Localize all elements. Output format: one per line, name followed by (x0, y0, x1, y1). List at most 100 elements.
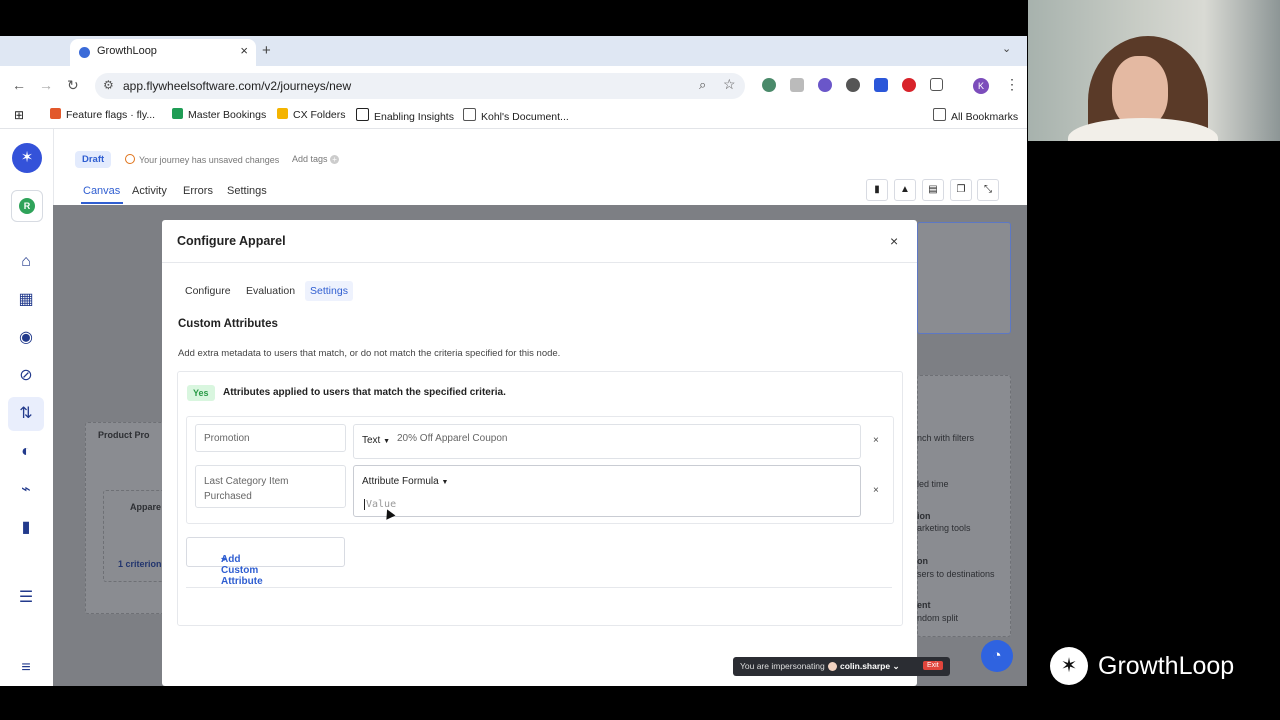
modal-title: Configure Apparel (177, 234, 286, 248)
notion-icon (356, 108, 369, 121)
extensions-puzzle-icon[interactable] (930, 78, 943, 91)
bar-chart-icon[interactable]: ▮ (16, 518, 36, 538)
chevron-down-icon: ⌄ (892, 661, 900, 671)
modal-tab-evaluation[interactable]: Evaluation (246, 285, 295, 297)
url-text[interactable]: app.flywheelsoftware.com/v2/journeys/new (123, 79, 351, 93)
sheets-icon (172, 108, 183, 119)
pinterest-icon[interactable] (902, 78, 916, 92)
type-dropdown[interactable]: Attribute Formula ▼ (362, 476, 448, 487)
calendar-icon[interactable]: ▤ (922, 179, 944, 201)
broadcast-icon[interactable]: ◉ (16, 328, 36, 348)
webcam-video (1028, 0, 1280, 141)
extension-cat-icon[interactable] (874, 78, 888, 92)
brand-name: GrowthLoop (1098, 652, 1235, 680)
attribute-key-field[interactable]: Promotion (195, 424, 346, 452)
collapse-icon[interactable]: ⤡ (977, 179, 999, 201)
site-settings-icon[interactable]: ⚙ (103, 78, 114, 92)
back-button[interactable]: ← (12, 77, 26, 93)
tab-activity[interactable]: Activity (132, 185, 167, 197)
dashboard-icon[interactable]: ▦ (16, 290, 36, 310)
impersonated-user[interactable]: colin.sharpe ⌄ (840, 661, 900, 672)
copy-icon[interactable]: ❐ (950, 179, 972, 201)
attribute-formula-field[interactable] (353, 465, 861, 517)
side-text: nch with filters (917, 433, 975, 443)
section-description: Add extra metadata to users that match, … (178, 348, 561, 359)
caret-down-icon: ▼ (383, 438, 391, 445)
extension-icon[interactable] (762, 78, 776, 92)
browser-menu-icon[interactable]: ⋮ (1005, 76, 1019, 93)
close-icon[interactable]: × (890, 233, 898, 249)
ghost-node-title: Product Pro (98, 430, 150, 440)
growthloop-favicon-icon (79, 47, 90, 58)
zoom-icon[interactable]: ⌕ (699, 77, 706, 93)
exit-impersonation-button[interactable]: Exit (923, 661, 943, 670)
type-dropdown[interactable]: Text ▼ (362, 435, 390, 446)
panel-divider (186, 587, 892, 588)
impersonation-bar: You are impersonating colin.sharpe ⌄ Exi… (733, 657, 950, 676)
bookmark-enabling-insights[interactable]: Enabling Insights (356, 108, 454, 123)
remove-row-icon[interactable]: × (873, 485, 879, 496)
palette-icon[interactable]: ◐ (16, 442, 36, 462)
tab-search-icon[interactable]: ⌄ (1002, 42, 1011, 55)
tab-settings[interactable]: Settings (227, 185, 267, 197)
all-bookmarks[interactable]: All Bookmarks (933, 108, 1018, 123)
wordpress-icon[interactable] (846, 78, 860, 92)
folder-icon (463, 108, 476, 121)
impersonation-text: You are impersonating (740, 661, 825, 671)
section-title: Custom Attributes (178, 318, 278, 330)
match-description: Attributes applied to users that match t… (223, 387, 506, 398)
status-badge: Draft (75, 151, 112, 168)
workspace-switcher[interactable]: R (11, 190, 43, 222)
remove-row-icon[interactable]: × (873, 435, 879, 446)
checklist-icon[interactable]: ☰ (16, 588, 36, 608)
bookmark-feature-flags[interactable]: Feature flags · fly... (50, 108, 155, 121)
unsaved-indicator: Your journey has unsaved changes (125, 154, 279, 165)
attribute-value-text: 20% Off Apparel Coupon (397, 433, 508, 444)
plus-icon: + (330, 155, 340, 164)
analytics-icon[interactable]: ⌁ (16, 480, 36, 500)
new-tab-button[interactable]: + (262, 42, 271, 59)
extension-shield-icon[interactable] (790, 78, 804, 92)
tab-title: GrowthLoop (97, 45, 157, 57)
active-tab-underline (81, 202, 123, 204)
apps-grid-icon[interactable]: ⊞ (14, 108, 24, 122)
attribute-key-field[interactable]: Last Category Item Purchased (195, 465, 346, 508)
bookmark-master-bookings[interactable]: Master Bookings (172, 108, 266, 121)
ghost-child-title: Appare (130, 502, 162, 512)
alert-icon[interactable]: ▲ (894, 179, 916, 201)
tab-canvas[interactable]: Canvas (83, 185, 120, 197)
side-text: arketing tools (917, 523, 971, 533)
gitlab-icon (50, 108, 61, 119)
tab-errors[interactable]: Errors (183, 185, 213, 197)
canvas-side-panel (917, 375, 1011, 637)
stats-icon[interactable]: ▮ (866, 179, 888, 201)
add-tags-button[interactable]: Add tags + (292, 154, 340, 164)
journeys-icon[interactable]: ⇅ (16, 404, 36, 424)
drive-icon (277, 108, 288, 119)
reload-button[interactable]: ↻ (67, 77, 79, 94)
forward-button[interactable]: → (39, 77, 53, 93)
caret-down-icon: ▼ (441, 479, 449, 486)
canvas-node-selected (917, 222, 1011, 334)
growthloop-logo-icon[interactable]: ✶ (12, 143, 42, 173)
menu-icon[interactable]: ≡ (16, 658, 36, 678)
compass-icon[interactable]: ⊘ (16, 366, 36, 386)
home-icon[interactable]: ⌂ (16, 252, 36, 272)
side-text: ion (917, 511, 931, 521)
profile-avatar[interactable]: K (973, 78, 989, 94)
modal-tab-configure[interactable]: Configure (185, 285, 231, 297)
bookmark-cx-folders[interactable]: CX Folders (277, 108, 346, 121)
address-bar[interactable]: ⚙ app.flywheelsoftware.com/v2/journeys/n… (95, 73, 745, 99)
browser-tab[interactable]: GrowthLoop × (70, 39, 256, 66)
modal-tab-settings[interactable]: Settings (305, 281, 353, 301)
bookmark-star-icon[interactable]: ☆ (723, 76, 736, 93)
chat-support-icon[interactable]: ◔ (981, 640, 1013, 672)
side-text: ent (917, 600, 931, 610)
add-custom-attribute-button[interactable]: + Add Custom Attribute (186, 537, 345, 587)
side-text: ndom split (917, 613, 959, 623)
growthloop-logo-icon: ✶ (1050, 647, 1088, 685)
side-text: on (917, 556, 928, 566)
bookmark-kohls-document[interactable]: Kohl's Document... (463, 108, 569, 123)
extension-badge-icon[interactable] (818, 78, 832, 92)
tab-close-icon[interactable]: × (240, 43, 248, 58)
